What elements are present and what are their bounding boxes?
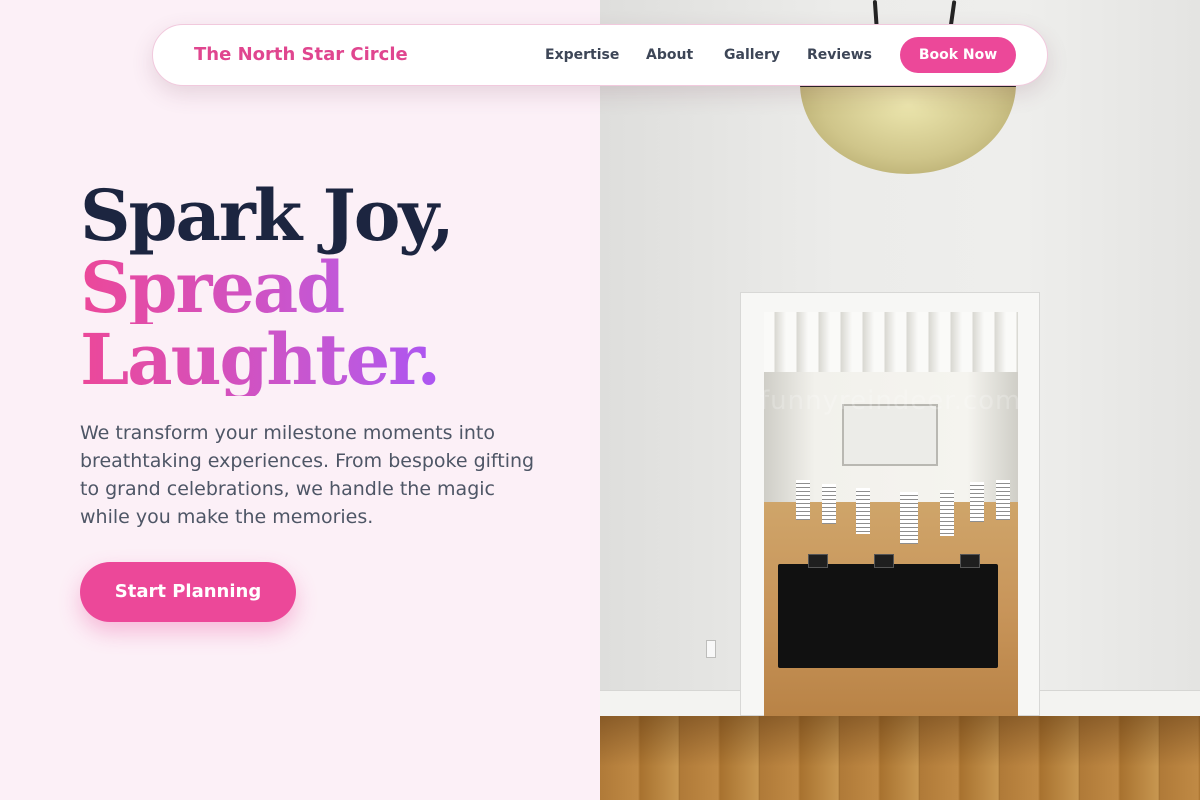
chair-stack — [796, 480, 810, 520]
hero-title-line-2: Spread — [80, 252, 453, 324]
nav-link-reviews[interactable]: Reviews — [807, 47, 872, 63]
brand-logo[interactable]: The North Star Circle — [194, 44, 408, 65]
desk-sign — [874, 554, 894, 568]
nav-link-expertise[interactable]: Expertise — [545, 47, 619, 63]
chair-stack — [900, 492, 918, 544]
chair-stack — [856, 488, 870, 534]
book-now-button[interactable]: Book Now — [900, 37, 1016, 73]
chair-stack — [970, 482, 984, 522]
desk-sign — [808, 554, 828, 568]
venue-photo: funnyreindeer.com — [600, 0, 1200, 800]
doorway-hall-view — [764, 312, 1018, 716]
hero-panel: Spark Joy, Spread Laughter. We transform… — [0, 0, 600, 800]
chair-stack — [940, 490, 954, 536]
desk-sign — [960, 554, 980, 568]
hero-description: We transform your milestone moments into… — [80, 422, 535, 528]
nav-link-about[interactable]: About — [646, 47, 693, 63]
wall-outlet — [706, 640, 716, 658]
registration-desk — [778, 564, 998, 668]
top-navbar: The North Star Circle Expertise About Ga… — [152, 24, 1048, 86]
nav-link-gallery[interactable]: Gallery — [724, 47, 780, 63]
chair-stack — [822, 484, 836, 524]
hero-title-line-1: Spark Joy, — [80, 174, 455, 257]
chair-stack — [996, 480, 1010, 520]
hero-title: Spark Joy, Spread Laughter. — [80, 174, 455, 396]
hero-title-line-3: Laughter. — [80, 324, 453, 396]
photo-watermark: funnyreindeer.com — [760, 386, 1022, 416]
start-planning-button[interactable]: Start Planning — [80, 562, 296, 622]
photo-floor — [600, 716, 1200, 800]
